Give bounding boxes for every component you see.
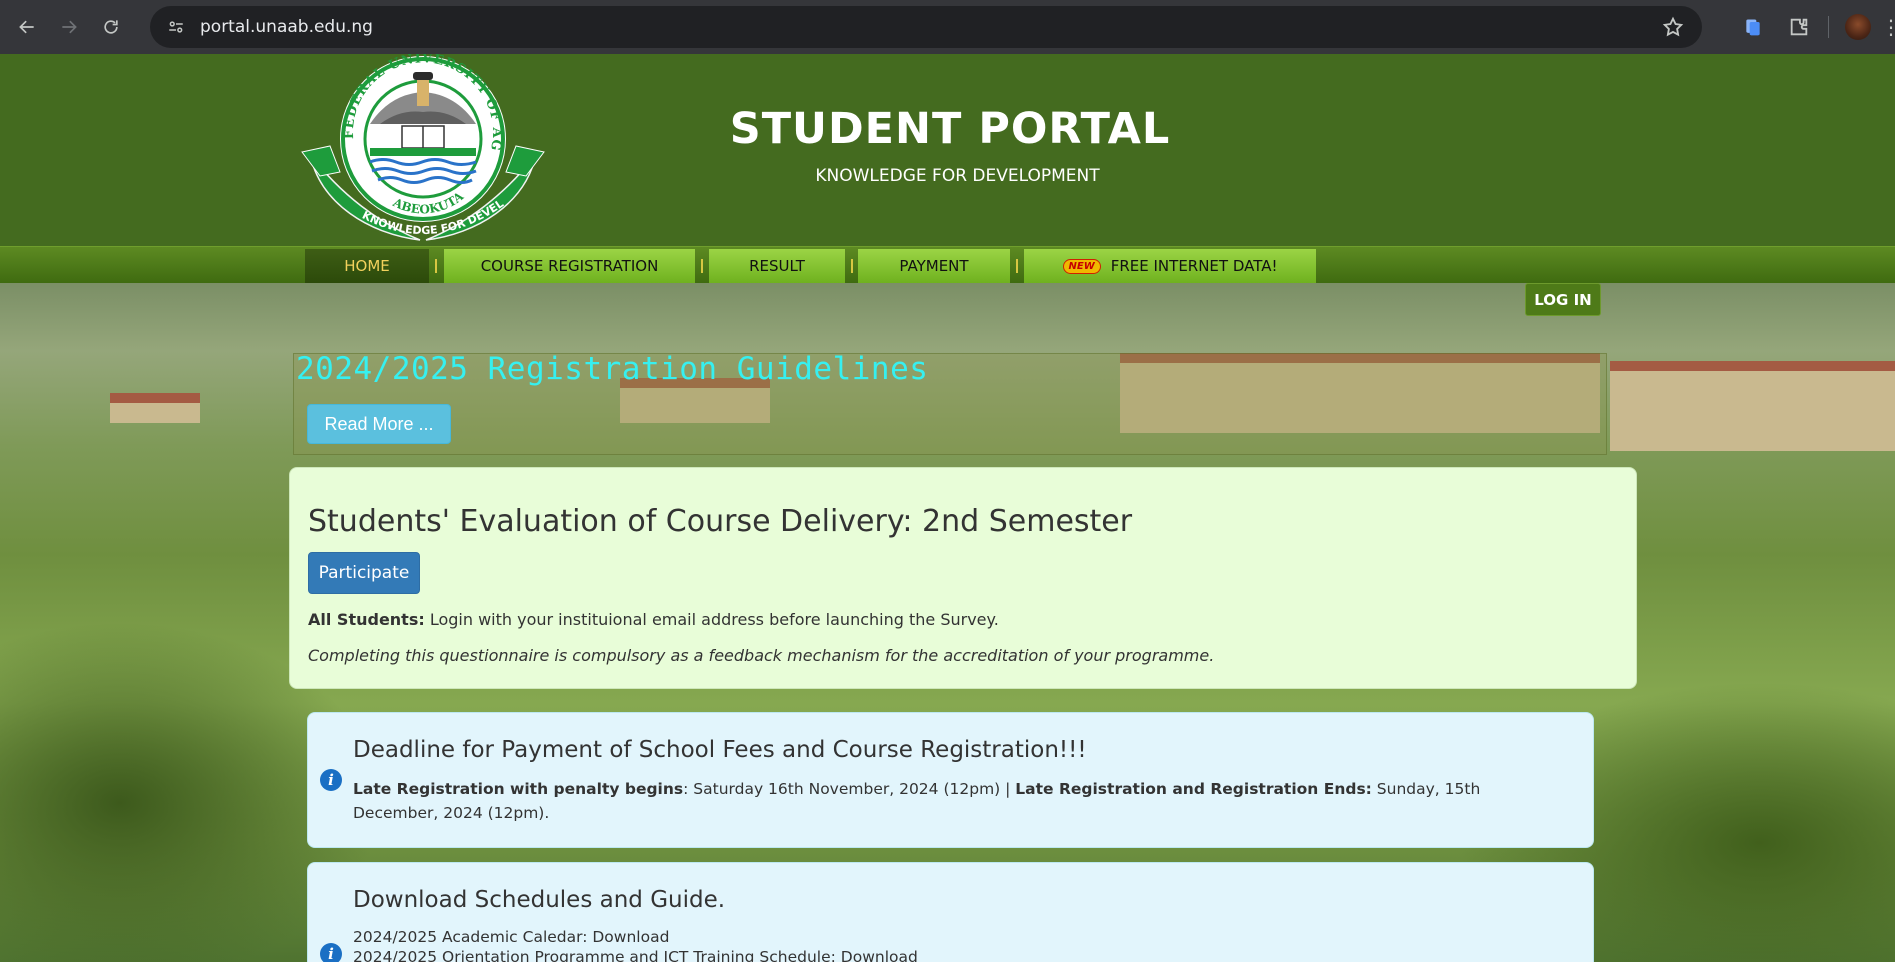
url-text[interactable]: portal.unaab.edu.ng — [200, 17, 373, 37]
downloads-list: 2024/2025 Academic Caledar: Download 202… — [353, 927, 1568, 962]
toolbar-divider — [1828, 16, 1829, 38]
participate-button[interactable]: Participate — [308, 552, 420, 594]
site-header: FEDERAL UNIVERSITY OF AGRICULTURE ABEOKU… — [0, 54, 1895, 246]
info-icon: i — [320, 943, 342, 962]
downloads-title: Download Schedules and Guide. — [353, 887, 726, 913]
download-item-orientation[interactable]: 2024/2025 Orientation Programme and ICT … — [353, 947, 1568, 962]
bookmark-star-icon[interactable] — [1662, 16, 1684, 38]
page-title: STUDENT PORTAL — [729, 104, 1171, 154]
deadline-label-2: Late Registration and Registration Ends: — [1015, 780, 1372, 798]
address-bar[interactable]: portal.unaab.edu.ng — [150, 6, 1702, 48]
evaluation-instruction-text: Login with your instituional email addre… — [424, 610, 999, 629]
forward-icon[interactable] — [54, 12, 84, 42]
deadline-value-1: : Saturday 16th November, 2024 (12pm) | — [683, 780, 1016, 798]
nav-free-data-label: FREE INTERNET DATA! — [1110, 257, 1278, 275]
deadline-label-1: Late Registration with penalty begins — [353, 780, 684, 798]
evaluation-instruction-label: All Students: — [308, 610, 425, 629]
nav-course-registration[interactable]: COURSE REGISTRATION — [444, 249, 695, 283]
downloads-alert: i Download Schedules and Guide. 2024/202… — [307, 862, 1594, 962]
login-button[interactable]: LOG IN — [1525, 283, 1601, 316]
site-info-icon[interactable] — [164, 15, 188, 39]
nav-separator — [435, 259, 437, 273]
nav-free-internet-data[interactable]: NEW FREE INTERNET DATA! — [1024, 249, 1316, 283]
deadline-title: Deadline for Payment of School Fees and … — [353, 737, 1087, 763]
extension-doc-icon[interactable] — [1740, 14, 1766, 40]
web-page: FEDERAL UNIVERSITY OF AGRICULTURE ABEOKU… — [0, 54, 1895, 962]
guidelines-banner: 2024/2025 Registration Guidelines Read M… — [293, 351, 1607, 455]
menu-dots-icon[interactable]: ⋮ — [1881, 15, 1895, 40]
campus-building — [110, 393, 200, 423]
evaluation-instruction: All Students: Login with your instituion… — [308, 610, 999, 629]
back-icon[interactable] — [12, 12, 42, 42]
download-item-calendar[interactable]: 2024/2025 Academic Caledar: Download — [353, 927, 1568, 947]
nav-home[interactable]: HOME — [305, 249, 429, 283]
guidelines-title: 2024/2025 Registration Guidelines — [296, 351, 929, 387]
nav-separator — [701, 259, 703, 273]
info-icon: i — [320, 769, 342, 791]
nav-payment[interactable]: PAYMENT — [858, 249, 1010, 283]
evaluation-panel: Students' Evaluation of Course Delivery:… — [289, 467, 1637, 689]
nav-separator — [851, 259, 853, 273]
reload-icon[interactable] — [96, 12, 126, 42]
nav-result[interactable]: RESULT — [709, 249, 845, 283]
new-badge: NEW — [1062, 258, 1101, 274]
campus-building — [1610, 361, 1895, 451]
evaluation-note: Completing this questionnaire is compuls… — [308, 646, 1215, 665]
university-logo[interactable]: FEDERAL UNIVERSITY OF AGRICULTURE ABEOKU… — [300, 54, 546, 244]
browser-toolbar: portal.unaab.edu.ng ⋮ — [0, 0, 1895, 54]
profile-avatar[interactable] — [1845, 14, 1871, 40]
deadline-alert: i Deadline for Payment of School Fees an… — [307, 712, 1594, 848]
evaluation-title: Students' Evaluation of Course Delivery:… — [308, 504, 1133, 539]
page-subtitle: KNOWLEDGE FOR DEVELOPMENT — [815, 166, 1100, 186]
main-nav: HOME COURSE REGISTRATION RESULT PAYMENT … — [0, 246, 1895, 283]
read-more-button[interactable]: Read More ... — [307, 404, 451, 444]
deadline-text: Late Registration with penalty begins: S… — [353, 777, 1568, 825]
nav-separator — [1016, 259, 1018, 273]
extensions-puzzle-icon[interactable] — [1786, 14, 1812, 40]
